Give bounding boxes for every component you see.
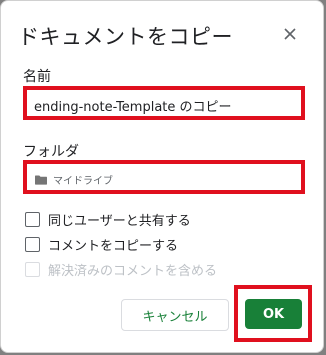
copy-comments-label: コメントをコピーする [48, 239, 179, 254]
copy-comments-checkbox[interactable] [25, 237, 40, 252]
include-resolved-comments-checkbox [25, 262, 40, 277]
ok-button[interactable]: OK [245, 299, 302, 329]
folder-selector[interactable]: マイドライブ [23, 160, 305, 194]
include-resolved-comments-label: 解決済みのコメントを含める [48, 264, 218, 279]
share-same-users-option[interactable]: 同じユーザーと共有する [25, 210, 191, 229]
name-field-label: 名前 [23, 69, 51, 85]
dialog-title: ドキュメントをコピー [18, 25, 233, 49]
folder-name: マイドライブ [53, 176, 113, 187]
ok-button-highlight: OK [234, 285, 312, 342]
include-resolved-comments-option: 解決済みのコメントを含める [25, 260, 217, 279]
name-input[interactable]: ending-note-Template のコピー [23, 86, 305, 120]
folder-icon [35, 175, 47, 185]
share-same-users-checkbox[interactable] [25, 212, 40, 227]
close-icon [284, 28, 296, 40]
close-button[interactable] [279, 23, 301, 45]
share-same-users-label: 同じユーザーと共有する [48, 214, 191, 229]
copy-comments-option[interactable]: コメントをコピーする [25, 235, 178, 254]
copy-document-dialog: ドキュメントをコピー 名前 ending-note-Template のコピー … [0, 0, 324, 353]
cancel-button[interactable]: キャンセル [121, 299, 229, 331]
folder-selector-content: マイドライブ [35, 172, 113, 187]
name-input-value: ending-note-Template のコピー [34, 100, 232, 115]
folder-field-label: フォルダ [23, 144, 79, 160]
